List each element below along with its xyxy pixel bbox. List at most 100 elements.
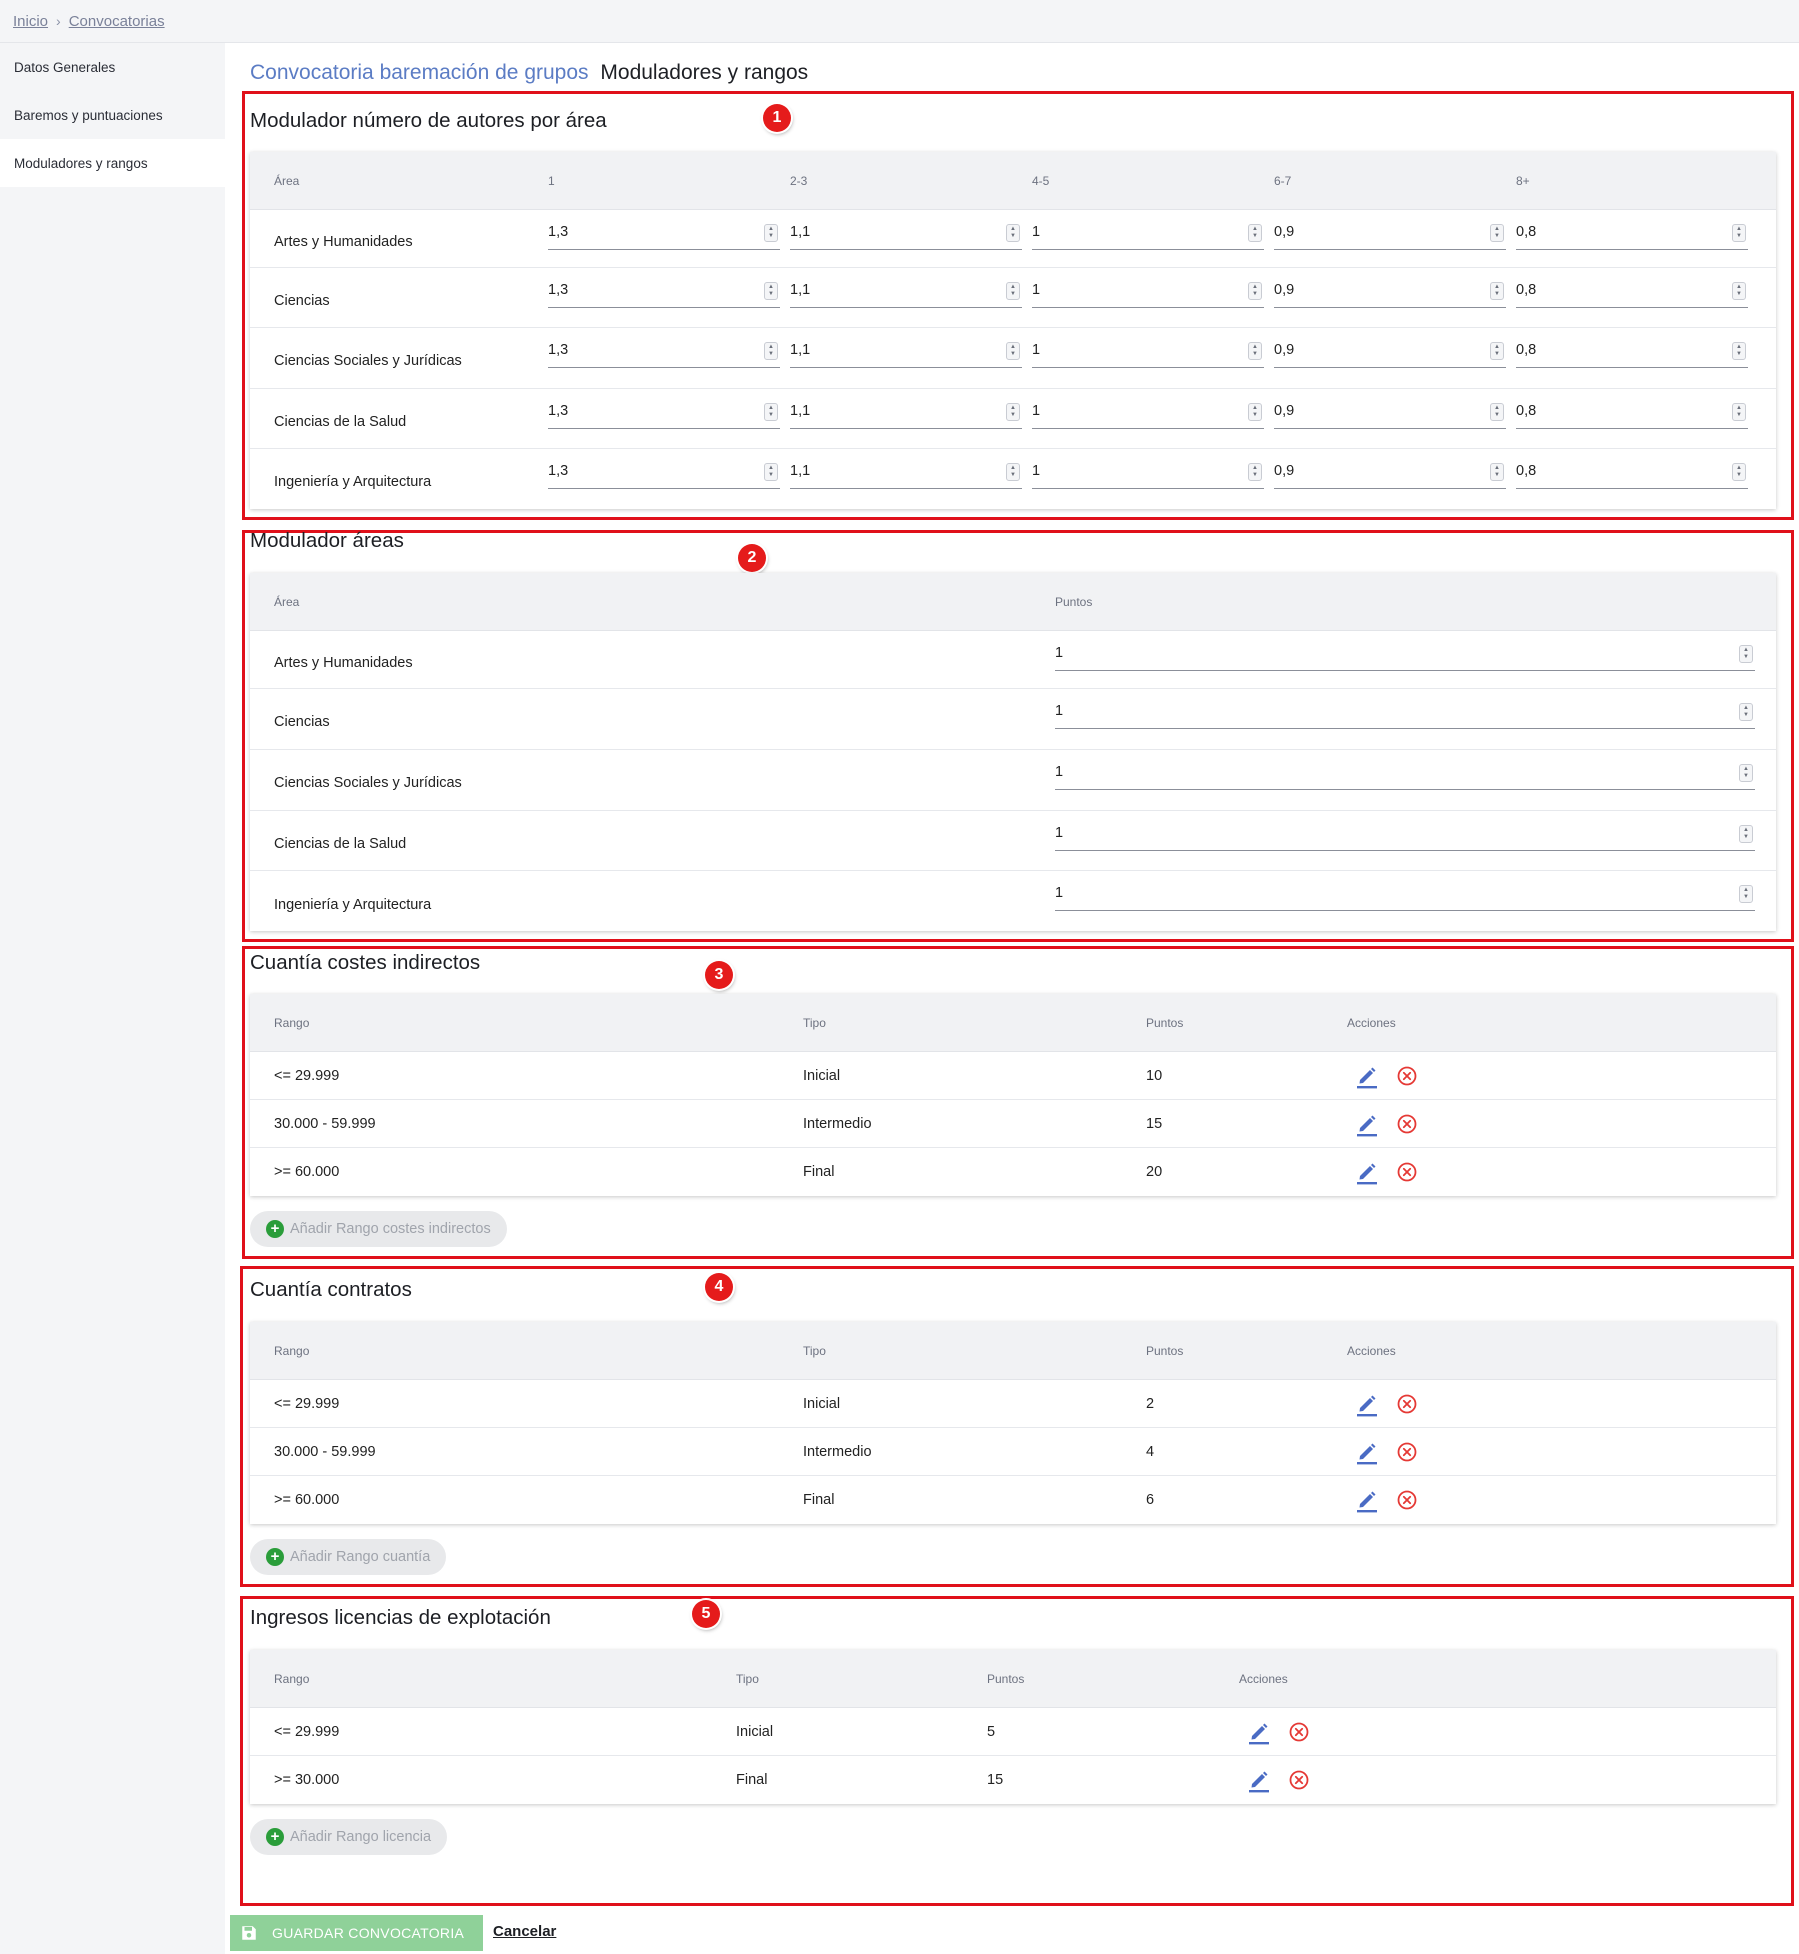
chevron-up-down-icon[interactable]: ▲ ▼ (1739, 885, 1753, 903)
table-autores: Área 1 2-3 4-5 6-7 8+ Artes y Humanidade… (250, 152, 1776, 509)
close-circle-icon[interactable] (1396, 1113, 1418, 1135)
modulator-input[interactable]: 1 ▲ ▼ (1032, 278, 1264, 308)
chevron-up-down-icon[interactable]: ▲ ▼ (1006, 342, 1020, 360)
modulator-input[interactable]: 1,1 ▲ ▼ (790, 220, 1022, 250)
chevron-up-down-icon[interactable]: ▲ ▼ (1490, 342, 1504, 360)
puntos-input[interactable]: 1 ▲ ▼ (1055, 821, 1755, 851)
cell-puntos: 10 (1146, 1067, 1163, 1084)
chevron-up-down-icon[interactable]: ▲ ▼ (1248, 463, 1262, 481)
chevron-up-down-icon[interactable]: ▲ ▼ (1006, 282, 1020, 300)
modulator-input[interactable]: 1,1 ▲ ▼ (790, 278, 1022, 308)
pencil-icon[interactable] (1246, 1767, 1272, 1793)
chevron-up-down-icon[interactable]: ▲ ▼ (764, 463, 778, 481)
puntos-input[interactable]: 1 ▲ ▼ (1055, 699, 1755, 729)
pencil-icon[interactable] (1354, 1391, 1380, 1417)
chevron-up-down-icon[interactable]: ▲ ▼ (1490, 282, 1504, 300)
chevron-up-down-icon[interactable]: ▲ ▼ (1739, 825, 1753, 843)
chevron-up-down-icon[interactable]: ▲ ▼ (1490, 463, 1504, 481)
add-rango-cuantia-label: Añadir Rango cuantía (290, 1549, 431, 1565)
annotation-marker-5: 5 (692, 1600, 720, 1628)
chevron-up-down-icon[interactable]: ▲ ▼ (1490, 403, 1504, 421)
close-circle-icon[interactable] (1396, 1065, 1418, 1087)
chevron-up-down-icon[interactable]: ▲ ▼ (1732, 282, 1746, 300)
modulator-input[interactable]: 0,8 ▲ ▼ (1516, 338, 1748, 368)
modulator-input[interactable]: 0,8 ▲ ▼ (1516, 220, 1748, 250)
chevron-up-down-icon[interactable]: ▲ ▼ (1732, 463, 1746, 481)
table-row: Ingeniería y Arquitectura 1 ▲ ▼ (250, 871, 1776, 932)
puntos-input[interactable]: 1 ▲ ▼ (1055, 760, 1755, 790)
breadcrumb-home-link[interactable]: Inicio (13, 13, 48, 30)
chevron-up-down-icon[interactable]: ▲ ▼ (764, 282, 778, 300)
sidebar-item-baremos[interactable]: Baremos y puntuaciones (0, 91, 225, 139)
modulator-input[interactable]: 0,9 ▲ ▼ (1274, 338, 1506, 368)
cancel-link[interactable]: Cancelar (493, 1923, 556, 1940)
column-header-tipo: Tipo (803, 1344, 826, 1358)
modulator-input[interactable]: 1,3 ▲ ▼ (548, 459, 780, 489)
add-rango-cuantia-button[interactable]: + Añadir Rango cuantía (250, 1539, 447, 1575)
pencil-icon[interactable] (1354, 1159, 1380, 1185)
chevron-up-down-icon[interactable]: ▲ ▼ (1248, 342, 1262, 360)
chevron-up-down-icon[interactable]: ▲ ▼ (1248, 224, 1262, 242)
chevron-up-down-icon[interactable]: ▲ ▼ (1739, 645, 1753, 663)
modulator-input[interactable]: 0,8 ▲ ▼ (1516, 459, 1748, 489)
sidebar-item-datos-generales[interactable]: Datos Generales (0, 43, 225, 91)
add-rango-licencia-label: Añadir Rango licencia (290, 1829, 432, 1845)
chevron-up-down-icon[interactable]: ▲ ▼ (1490, 224, 1504, 242)
puntos-input[interactable]: 1 ▲ ▼ (1055, 641, 1755, 671)
save-convocatoria-button[interactable]: GUARDAR CONVOCATORIA (230, 1915, 483, 1951)
pencil-icon[interactable] (1246, 1719, 1272, 1745)
puntos-input[interactable]: 1 ▲ ▼ (1055, 881, 1755, 911)
chevron-up-down-icon[interactable]: ▲ ▼ (1732, 224, 1746, 242)
modulator-input[interactable]: 1,3 ▲ ▼ (548, 399, 780, 429)
chevron-up-down-icon[interactable]: ▲ ▼ (1739, 764, 1753, 782)
modulator-input[interactable]: 1,1 ▲ ▼ (790, 459, 1022, 489)
modulator-input[interactable]: 0,9 ▲ ▼ (1274, 459, 1506, 489)
page-title-link[interactable]: Convocatoria baremación de grupos (250, 61, 589, 84)
pencil-icon[interactable] (1354, 1487, 1380, 1513)
close-circle-icon[interactable] (1396, 1441, 1418, 1463)
chevron-up-down-icon[interactable]: ▲ ▼ (764, 224, 778, 242)
pencil-icon[interactable] (1354, 1063, 1380, 1089)
chevron-up-down-icon[interactable]: ▲ ▼ (764, 342, 778, 360)
modulator-input[interactable]: 1,3 ▲ ▼ (548, 220, 780, 250)
chevron-up-down-icon[interactable]: ▲ ▼ (1006, 224, 1020, 242)
chevron-up-down-icon[interactable]: ▲ ▼ (1006, 463, 1020, 481)
add-rango-licencia-button[interactable]: + Añadir Rango licencia (250, 1819, 448, 1855)
chevron-up-down-icon[interactable]: ▲ ▼ (1248, 403, 1262, 421)
modulator-input[interactable]: 1,3 ▲ ▼ (548, 338, 780, 368)
modulator-input[interactable]: 1 ▲ ▼ (1032, 459, 1264, 489)
close-circle-icon[interactable] (1396, 1489, 1418, 1511)
modulator-input[interactable]: 1,3 ▲ ▼ (548, 278, 780, 308)
table-row: Ciencias 1,3 ▲ ▼ 1,1 ▲ ▼ 1 ▲ ▼ 0,9 ▲ ▼ 0,8 ▲ ▼ (250, 268, 1776, 328)
column-header-puntos: Puntos (1055, 595, 1093, 609)
modulator-input[interactable]: 0,8 ▲ ▼ (1516, 399, 1748, 429)
modulator-input[interactable]: 0,9 ▲ ▼ (1274, 278, 1506, 308)
close-circle-icon[interactable] (1396, 1161, 1418, 1183)
breadcrumb-convocatorias-link[interactable]: Convocatorias (69, 13, 165, 30)
pencil-icon[interactable] (1354, 1439, 1380, 1465)
modulator-input[interactable]: 1 ▲ ▼ (1032, 399, 1264, 429)
cell-tipo: Final (803, 1492, 835, 1508)
column-header-puntos: Puntos (987, 1672, 1025, 1686)
modulator-input[interactable]: 0,9 ▲ ▼ (1274, 220, 1506, 250)
close-circle-icon[interactable] (1288, 1769, 1310, 1791)
modulator-input[interactable]: 0,8 ▲ ▼ (1516, 278, 1748, 308)
add-rango-costes-button[interactable]: + Añadir Rango costes indirectos (250, 1211, 507, 1247)
modulator-input[interactable]: 1 ▲ ▼ (1032, 338, 1264, 368)
modulator-input[interactable]: 1 ▲ ▼ (1032, 220, 1264, 250)
close-circle-icon[interactable] (1396, 1393, 1418, 1415)
chevron-up-down-icon[interactable]: ▲ ▼ (1732, 342, 1746, 360)
chevron-up-down-icon[interactable]: ▲ ▼ (1739, 703, 1753, 721)
chevron-up-down-icon[interactable]: ▲ ▼ (1248, 282, 1262, 300)
modulator-input[interactable]: 1,1 ▲ ▼ (790, 338, 1022, 368)
sidebar-item-moduladores[interactable]: Moduladores y rangos (0, 139, 225, 187)
modulator-input[interactable]: 1,1 ▲ ▼ (790, 399, 1022, 429)
pencil-icon[interactable] (1354, 1111, 1380, 1137)
close-circle-icon[interactable] (1288, 1721, 1310, 1743)
floppy-disk-icon (242, 1926, 256, 1940)
modulator-input-value: 0,8 (1516, 403, 1537, 419)
modulator-input[interactable]: 0,9 ▲ ▼ (1274, 399, 1506, 429)
chevron-up-down-icon[interactable]: ▲ ▼ (1006, 403, 1020, 421)
chevron-up-down-icon[interactable]: ▲ ▼ (1732, 403, 1746, 421)
chevron-up-down-icon[interactable]: ▲ ▼ (764, 403, 778, 421)
